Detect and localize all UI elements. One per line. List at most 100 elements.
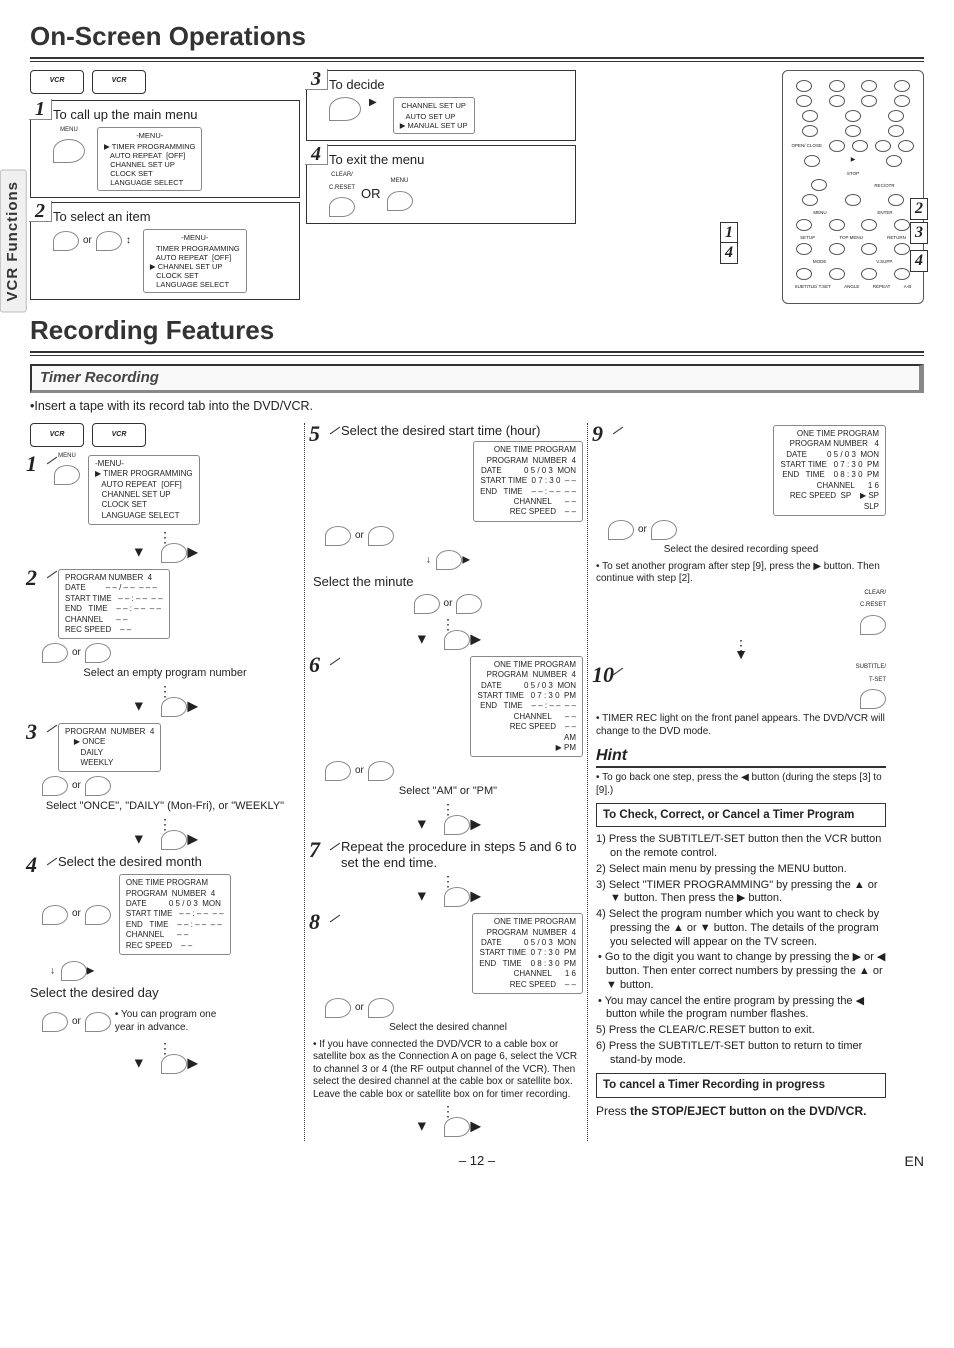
tr-step10: 10 SUBTITLE/ T-SET • TIMER REC light on … [596, 664, 886, 738]
menu-screen-2: -MENU- TIMER PROGRAMMING AUTO REPEAT [OF… [143, 229, 247, 293]
step2-title: To select an item [53, 209, 293, 225]
tr-step5: 5 Select the desired start time (hour) O… [313, 423, 583, 614]
hand-icon [368, 998, 394, 1018]
step4-advance-note: • You can program one year in advance. [115, 1009, 235, 1034]
dotted-arrow-icon: ⋮▼ [596, 641, 886, 661]
or-text: or [72, 908, 81, 921]
hand-press-icon [53, 139, 85, 163]
or-text: OR [361, 186, 381, 202]
step4-number: 4 [305, 144, 328, 165]
or-text: or [355, 1002, 364, 1015]
hand-icon [368, 761, 394, 781]
hand-icon [387, 191, 413, 211]
divider [30, 351, 924, 356]
language-code: EN [905, 1153, 924, 1171]
remote-control-diagram: OPEN/ CLOSE ▶ STOP REC/OTR MENUENTER SET… [782, 70, 924, 304]
step9-sel: Select the desired recording speed [596, 544, 886, 557]
step3-note: Select "ONCE", "DAILY" (Mon-Fri), or "WE… [30, 800, 300, 814]
or-text: or [355, 765, 364, 778]
remote-mark-2: 2 [910, 198, 928, 220]
hand-icon [651, 520, 677, 540]
hand-icon [608, 520, 634, 540]
tr-step7: 7 Repeat the procedure in steps 5 and 6 … [313, 839, 583, 872]
check-item-6: 6) Press the SUBTITLE/T-SET button to re… [596, 1040, 886, 1068]
remote-mark-4a: 4 [720, 242, 738, 264]
check-item-4: 4) Select the program number which you w… [596, 908, 886, 949]
dotted-arrow-icon: ⋮▼ ▶ [313, 877, 583, 907]
cancel-body: Press the STOP/EJECT button on the DVD/V… [596, 1104, 886, 1119]
check-item-1: 1) Press the SUBTITLE/T-SET button then … [596, 833, 886, 861]
clear-label: CLEAR/ C.RESET [860, 590, 886, 609]
menu-label: MENU [58, 453, 76, 459]
otp-screen-s4a: ONE TIME PROGRAMPROGRAM NUMBER 4 DATE 0 … [119, 874, 231, 955]
step8-sel: Select the desired channel [313, 1022, 583, 1035]
hand-icon [456, 594, 482, 614]
check-bullet-2: • You may cancel the entire program by p… [596, 995, 886, 1023]
clear-label: CLEAR/ C.RESET [329, 172, 355, 191]
vcr-tape-icon: VCR [30, 70, 84, 94]
check-correct-cancel-heading: To Check, Correct, or Cancel a Timer Pro… [596, 803, 886, 827]
page-number: – 12 – [459, 1153, 495, 1168]
step10-note: • TIMER REC light on the front panel app… [596, 713, 886, 738]
hand-icon [53, 231, 79, 251]
menu-label: MENU [60, 127, 78, 133]
dotted-arrow-icon: ⋮▼ ▶ [313, 620, 583, 650]
hand-icon [85, 905, 111, 925]
remote-mark-1: 1 [720, 222, 738, 244]
step5-sub: Select the minute [313, 574, 583, 590]
hand-icon [42, 643, 68, 663]
step2-number: 2 [29, 201, 52, 222]
hand-icon [85, 1012, 111, 1032]
step3-title: To decide [329, 77, 569, 93]
remote-mark-3: 3 [910, 222, 928, 244]
hand-icon [414, 594, 440, 614]
check-item-2: 2) Select main menu by pressing the MENU… [596, 863, 886, 877]
onscreen-ops-section: VCR VCR 1 To call up the main menu MENU … [30, 70, 924, 305]
step4-title: Select the desired month [58, 854, 300, 870]
hand-icon [329, 197, 355, 217]
arrow-right-icon: ▶ [369, 97, 377, 110]
check-bullet-1: • Go to the digit you want to change by … [596, 951, 886, 992]
step7-text: Repeat the procedure in steps 5 and 6 to… [341, 839, 583, 872]
subhead-timer-recording: Timer Recording [30, 364, 924, 394]
hand-icon [325, 526, 351, 546]
step6-note: Select "AM" or "PM" [313, 785, 583, 799]
tr-step1: 1 MENU -MENU-▶ TIMER PROGRAMMING AUTO RE… [30, 453, 300, 527]
dotted-arrow-icon: ⋮▼ ▶ [313, 805, 583, 835]
tr-step6: 6 ONE TIME PROGRAMPROGRAM NUMBER 4 DATE … [313, 654, 583, 799]
check-item-5: 5) Press the CLEAR/C.RESET button to exi… [596, 1024, 886, 1038]
dotted-arrow-icon: ⋮▼ ▶ [30, 687, 300, 717]
step4-day-text: Select the desired day [30, 985, 300, 1001]
tr-step3: 3 PROGRAM NUMBER 4 ▶ ONCE DAILY WEEKLY o… [30, 721, 300, 814]
tr-step4: 4 Select the desired month or ONE TIME P… [30, 854, 300, 1038]
intro-text: •Insert a tape with its record tab into … [30, 399, 924, 415]
menu-screen-tr: -MENU-▶ TIMER PROGRAMMING AUTO REPEAT [O… [88, 455, 200, 525]
step2-box: 2 To select an item or ↕ -MENU- TIMER PR… [30, 202, 300, 300]
cancel-in-progress-heading: To cancel a Timer Recording in progress [596, 1073, 886, 1097]
or-text: or [72, 647, 81, 660]
vcr-button-icon: VCR [92, 423, 146, 447]
or-text: or [83, 235, 92, 248]
check-item-3: 3) Select "TIMER PROGRAMMING" by pressin… [596, 879, 886, 907]
heading-onscreen-operations: On-Screen Operations [30, 20, 924, 53]
hand-icon [96, 231, 122, 251]
or-text: or [72, 1016, 81, 1029]
hand-icon [85, 776, 111, 796]
dotted-arrow-icon: ⋮▼ ▶ [313, 1107, 583, 1137]
menu-label: MENU [391, 178, 409, 184]
dotted-arrow-icon: ⋮▼ ▶ [30, 820, 300, 850]
or-text: or [355, 530, 364, 543]
step2-note: Select an empty program number [30, 667, 300, 681]
channel-setup-screen: CHANNEL SET UP AUTO SET UP ▶ MANUAL SET … [393, 97, 475, 134]
step8-note: • If you have connected the DVD/VCR to a… [313, 1039, 583, 1102]
hand-icon [368, 526, 394, 546]
otp-screen-s5: ONE TIME PROGRAMPROGRAM NUMBER 4 DATE 0 … [473, 441, 583, 522]
step3-number: 3 [305, 69, 328, 90]
hand-icon [325, 998, 351, 1018]
step5-title: Select the desired start time (hour) [341, 423, 583, 439]
hand-icon [42, 1012, 68, 1032]
otp-screen-s9: ONE TIME PROGRAMPROGRAM NUMBER 4 DATE 0 … [773, 425, 886, 516]
dotted-arrow-icon: ⋮▼ ▶ [30, 1044, 300, 1074]
otp-screen-s6: ONE TIME PROGRAMPROGRAM NUMBER 4 DATE 0 … [470, 656, 583, 758]
step1-title: To call up the main menu [53, 107, 293, 123]
